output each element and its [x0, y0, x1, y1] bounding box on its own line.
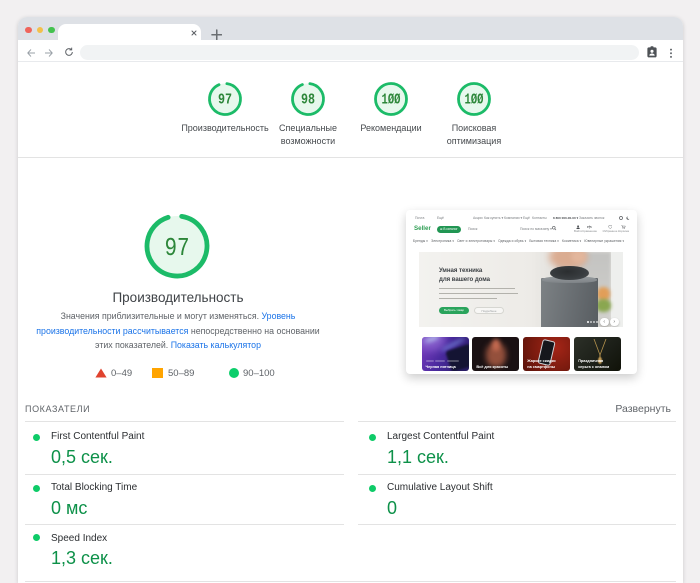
- svg-text:1ØØ: 1ØØ: [382, 90, 401, 107]
- svg-text:98: 98: [301, 92, 315, 109]
- svg-text:97: 97: [164, 234, 189, 262]
- svg-text:1ØØ: 1ØØ: [465, 90, 484, 107]
- svg-text:97: 97: [218, 92, 232, 109]
